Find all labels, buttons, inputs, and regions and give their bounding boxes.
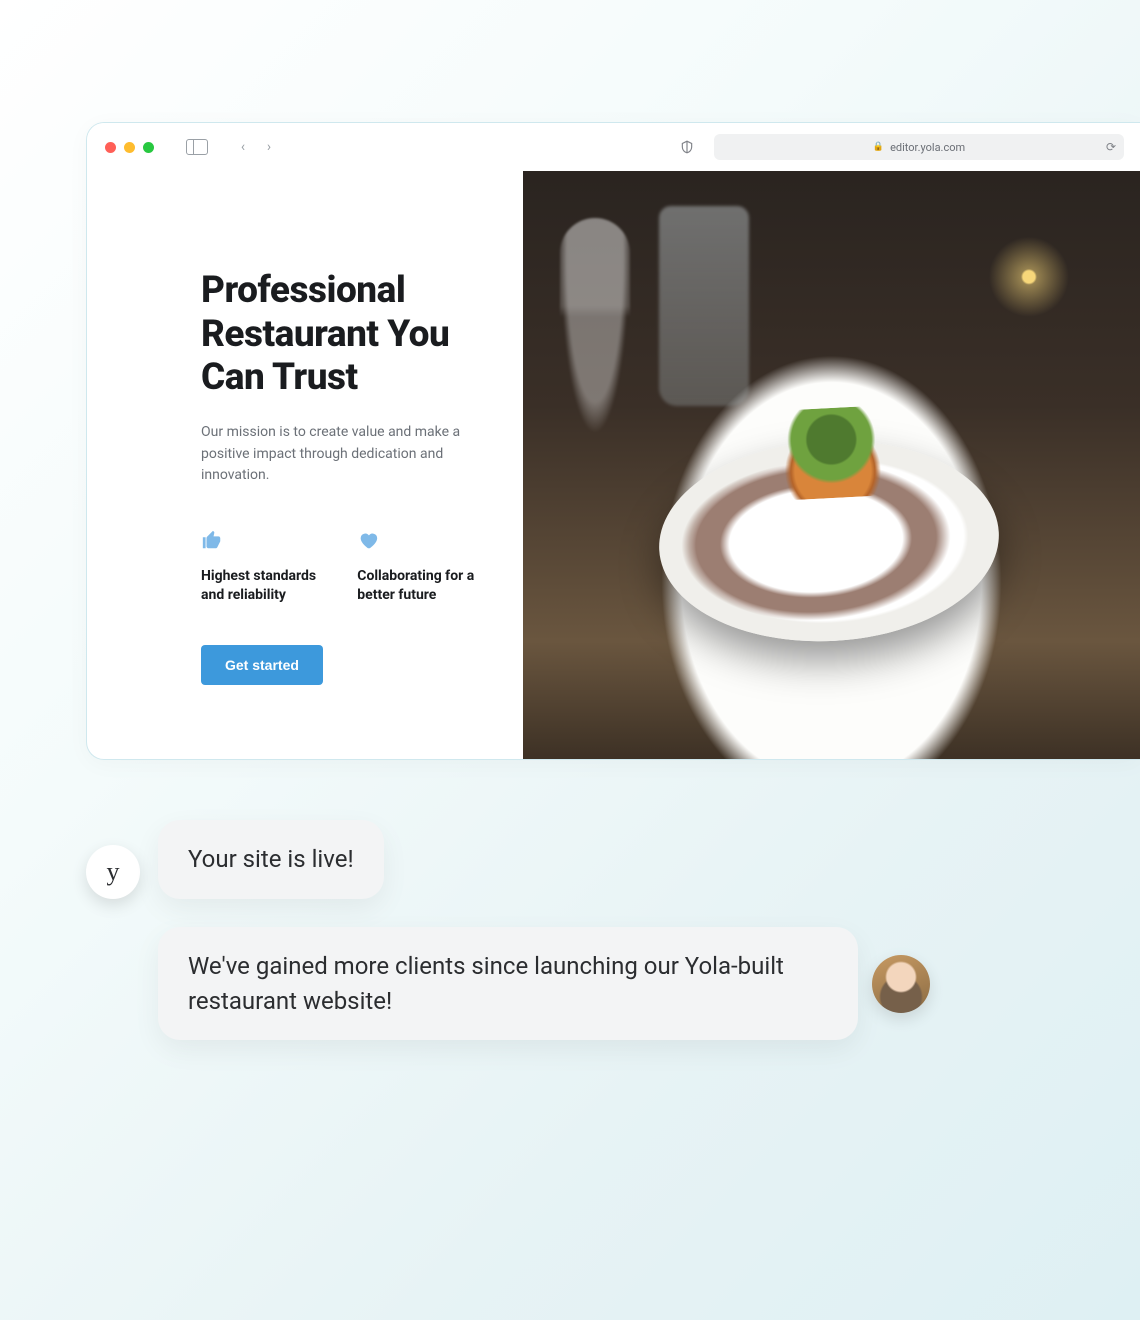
feature-collab: Collaborating for a better future (357, 529, 483, 605)
hero-features: Highest standards and reliability Collab… (201, 529, 483, 605)
address-bar[interactable]: 🔒 editor.yola.com ⟳ (714, 134, 1124, 160)
browser-window: ‹ › 🔒 editor.yola.com ⟳ Professional Res… (86, 122, 1140, 760)
hero-image (523, 171, 1140, 759)
nav-back-button[interactable]: ‹ (234, 138, 252, 156)
thumbs-up-icon (201, 529, 329, 551)
hero-mission: Our mission is to create value and make … (201, 422, 461, 487)
customer-avatar (872, 955, 930, 1013)
hero-headline: Professional Restaurant You Can Trust (201, 269, 483, 400)
live-message-bubble: Your site is live! (158, 820, 384, 899)
feature-collab-label: Collaborating for a better future (357, 567, 483, 605)
window-close-button[interactable] (105, 142, 116, 153)
nav-arrows: ‹ › (234, 138, 278, 156)
wine-glass-decor (560, 218, 630, 438)
lock-icon: 🔒 (873, 142, 884, 152)
food-decor (754, 404, 909, 502)
address-url: editor.yola.com (890, 141, 965, 154)
yola-avatar: y (86, 845, 140, 899)
privacy-shield-icon[interactable] (680, 139, 694, 155)
chat-row-yola: y Your site is live! (86, 820, 1054, 899)
sidebar-toggle-icon[interactable] (186, 139, 208, 155)
browser-chrome: ‹ › 🔒 editor.yola.com ⟳ (87, 123, 1140, 171)
heart-icon (357, 529, 483, 551)
window-minimize-button[interactable] (124, 142, 135, 153)
yola-avatar-glyph: y (107, 857, 120, 887)
chat-area: y Your site is live! We've gained more c… (86, 820, 1054, 1040)
feature-standards: Highest standards and reliability (201, 529, 329, 605)
hero-left: Professional Restaurant You Can Trust Ou… (87, 171, 523, 759)
water-glass-decor (659, 206, 749, 406)
page-content: Professional Restaurant You Can Trust Ou… (87, 171, 1140, 759)
feature-standards-label: Highest standards and reliability (201, 567, 329, 605)
reload-icon[interactable]: ⟳ (1106, 140, 1116, 154)
get-started-button[interactable]: Get started (201, 645, 323, 685)
traffic-lights (105, 142, 154, 153)
window-zoom-button[interactable] (143, 142, 154, 153)
testimonial-bubble: We've gained more clients since launchin… (158, 927, 858, 1041)
nav-forward-button[interactable]: › (260, 138, 278, 156)
chat-row-testimonial: We've gained more clients since launchin… (158, 927, 1054, 1041)
